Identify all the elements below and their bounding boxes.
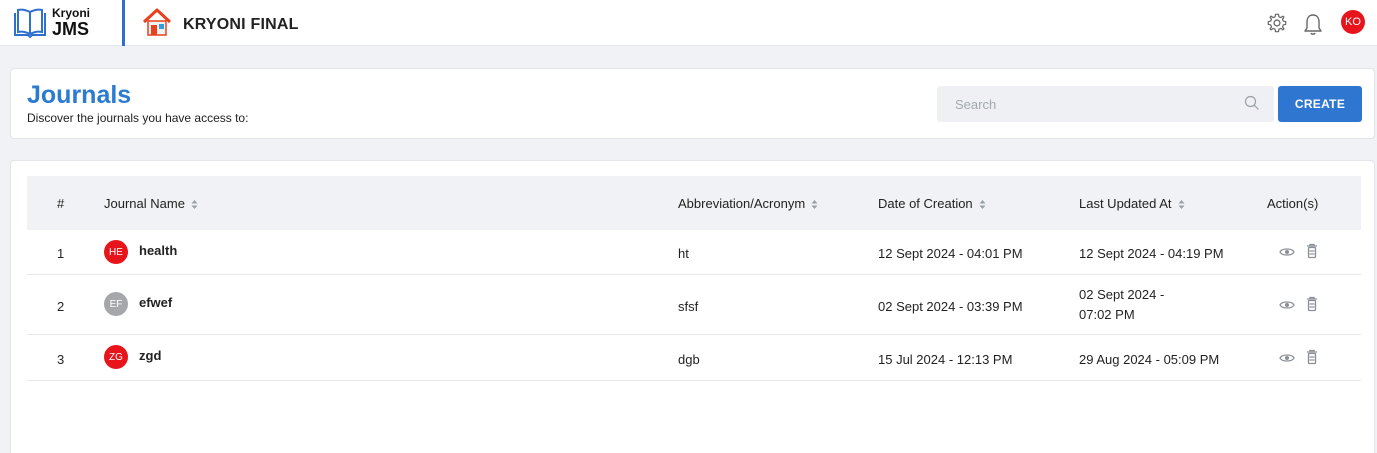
journal-initials-badge: EF [104, 292, 128, 316]
row-number: 3 [57, 352, 65, 367]
journal-abbreviation: dgb [678, 352, 700, 367]
page-subtitle: Discover the journals you have access to… [27, 111, 249, 125]
last-updated: 29 Aug 2024 - 05:09 PM [1079, 352, 1220, 367]
brand-line2: JMS [52, 18, 90, 39]
date-of-creation: 15 Jul 2024 - 12:13 PM [878, 352, 1013, 367]
table-row[interactable]: 2 EF efwef sfsf 02 Sept 2024 - 03:39 PM … [27, 275, 1361, 335]
brand-logo[interactable]: Kryoni JMS [12, 5, 90, 39]
user-avatar[interactable]: KO [1341, 10, 1365, 34]
app-title: KRYONI FINAL [183, 16, 299, 33]
search-input[interactable] [937, 86, 1274, 122]
view-eye-icon[interactable] [1279, 299, 1295, 311]
search-icon[interactable] [1244, 95, 1260, 111]
journal-abbreviation: ht [678, 246, 689, 261]
delete-trash-icon[interactable] [1306, 243, 1318, 259]
col-journal-name-label: Journal Name [104, 196, 185, 211]
sort-icon[interactable] [191, 199, 198, 210]
journals-table-card: # Journal Name Abbreviation/Acronym Date… [10, 160, 1375, 453]
col-number: # [57, 196, 65, 211]
journal-name[interactable]: health [139, 243, 177, 258]
journal-initials-badge: ZG [104, 345, 128, 369]
top-bar: Kryoni JMS KRYONI FINAL KO [0, 0, 1377, 46]
book-logo-icon [14, 8, 46, 39]
gear-icon[interactable] [1266, 12, 1288, 34]
search-box [937, 86, 1274, 122]
col-journal-name[interactable]: Journal Name [104, 196, 198, 211]
date-of-creation: 12 Sept 2024 - 04:01 PM [878, 246, 1023, 261]
col-abbreviation[interactable]: Abbreviation/Acronym [678, 196, 818, 211]
view-eye-icon[interactable] [1279, 246, 1295, 258]
row-number: 1 [57, 246, 65, 261]
view-eye-icon[interactable] [1279, 352, 1295, 364]
journal-initials-badge: HE [104, 240, 128, 264]
journal-name[interactable]: zgd [139, 348, 161, 363]
journal-abbreviation: sfsf [678, 299, 699, 314]
col-abbreviation-label: Abbreviation/Acronym [678, 196, 806, 211]
journal-name[interactable]: efwef [139, 295, 172, 310]
page-title: Journals [27, 81, 132, 109]
sort-icon[interactable] [811, 199, 818, 210]
table-row[interactable]: 3 ZG zgd dgb 15 Jul 2024 - 12:13 PM 29 A… [27, 335, 1361, 381]
bell-icon[interactable] [1302, 12, 1324, 36]
col-actions: Action(s) [1267, 196, 1319, 211]
brand-line1: Kryoni [52, 5, 91, 20]
last-updated: 02 Sept 2024 - 07:02 PM [1079, 287, 1165, 322]
last-updated: 12 Sept 2024 - 04:19 PM [1079, 246, 1224, 261]
sort-icon[interactable] [979, 199, 986, 210]
logo-divider [122, 0, 125, 46]
delete-trash-icon[interactable] [1306, 349, 1318, 365]
col-last-updated-label: Last Updated At [1079, 196, 1172, 211]
col-date-of-creation[interactable]: Date of Creation [878, 196, 986, 211]
delete-trash-icon[interactable] [1306, 296, 1318, 312]
home-icon[interactable] [141, 6, 173, 38]
sort-icon[interactable] [1178, 199, 1185, 210]
col-last-updated[interactable]: Last Updated At [1079, 196, 1185, 211]
journals-header-card: Journals Discover the journals you have … [10, 68, 1375, 139]
table-row[interactable]: 1 HE health ht 12 Sept 2024 - 04:01 PM 1… [27, 230, 1361, 275]
row-number: 2 [57, 299, 65, 314]
table-header: # Journal Name Abbreviation/Acronym Date… [27, 176, 1361, 230]
create-button[interactable]: CREATE [1278, 86, 1362, 122]
col-date-of-creation-label: Date of Creation [878, 196, 973, 211]
date-of-creation: 02 Sept 2024 - 03:39 PM [878, 299, 1023, 314]
